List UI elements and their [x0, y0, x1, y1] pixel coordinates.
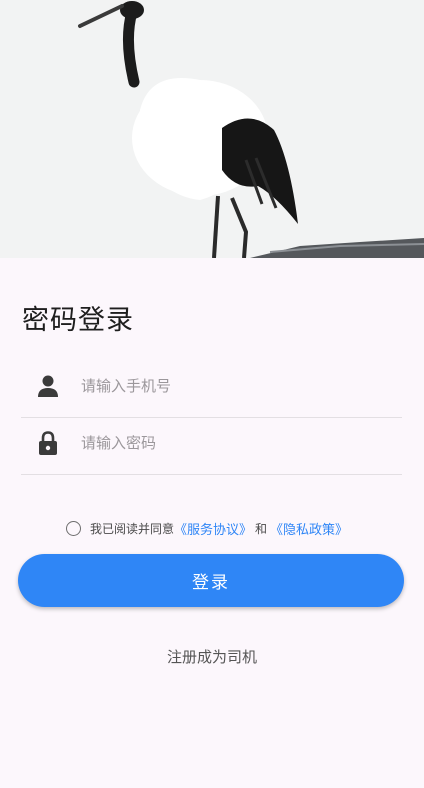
login-button[interactable]: 登录 [18, 554, 404, 607]
privacy-policy-link[interactable]: 《隐私政策》 [270, 519, 348, 538]
register-driver-link[interactable]: 注册成为司机 [0, 646, 424, 667]
password-field[interactable] [21, 419, 402, 475]
lock-icon [39, 431, 57, 455]
phone-input[interactable] [81, 370, 381, 402]
person-icon [38, 375, 58, 397]
password-input[interactable] [81, 427, 381, 459]
agreement-prefix: 我已阅读并同意 [90, 521, 175, 536]
page-title: 密码登录 [22, 305, 134, 336]
agreement-row: 我已阅读并同意 《服务协议》 和 《隐私政策》 [66, 518, 348, 538]
hero-image [0, 0, 424, 258]
agreement-checkbox[interactable] [66, 520, 81, 536]
service-agreement-link[interactable]: 《服务协议》 [174, 519, 252, 538]
agreement-and: 和 [255, 521, 268, 536]
phone-field[interactable] [21, 362, 402, 418]
